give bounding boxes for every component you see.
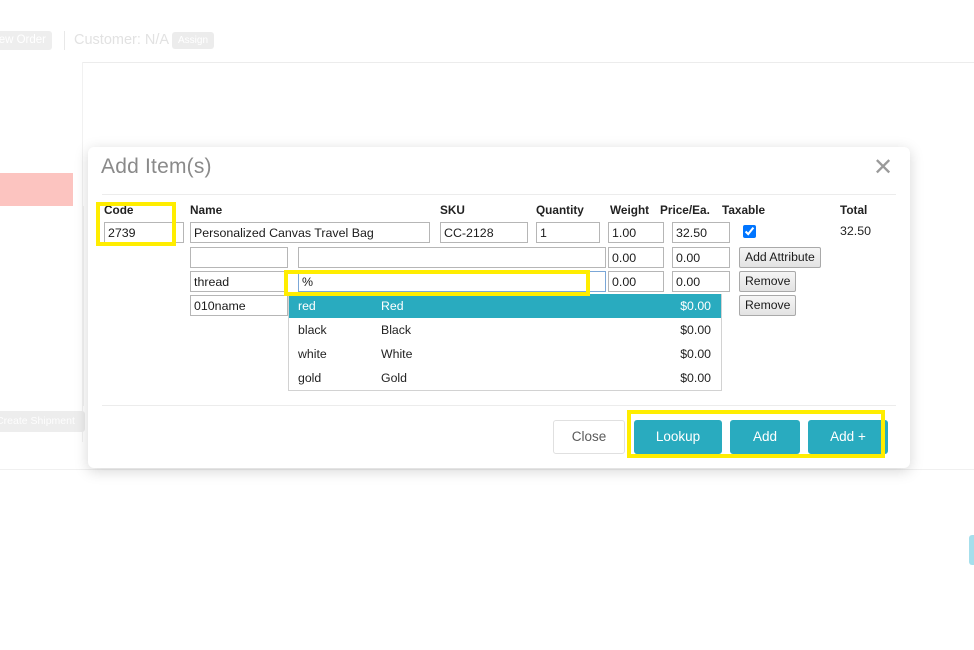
suggestion-name: Red <box>381 299 404 313</box>
suggestion-price: $0.00 <box>680 371 711 385</box>
suggestion-price: $0.00 <box>680 299 711 313</box>
background-left-panel-lower <box>0 206 84 406</box>
item-price-input[interactable] <box>672 222 730 243</box>
attribute-weight-input-1[interactable] <box>608 271 664 292</box>
attribute-value-input-0[interactable] <box>298 247 606 268</box>
column-header-name: Name <box>190 203 223 217</box>
column-header-total: Total <box>840 203 868 217</box>
dialog-title: Add Item(s) <box>101 155 212 178</box>
topbar-divider <box>64 31 65 50</box>
attribute-code-input-2[interactable] <box>190 295 288 316</box>
column-header-sku: SKU <box>440 203 465 217</box>
suggestion-code: gold <box>298 371 322 385</box>
background-divider <box>0 469 974 470</box>
background-alert-banner <box>0 173 73 206</box>
column-header-taxable: Taxable <box>722 203 766 217</box>
suggestion-item[interactable]: red Red $0.00 <box>289 294 721 318</box>
assign-button[interactable]: Assign <box>172 32 214 49</box>
suggestion-code: white <box>298 347 327 361</box>
dialog-footer: Close Lookup Add Add + <box>88 405 910 468</box>
attribute-price-input-1[interactable] <box>672 271 730 292</box>
suggestion-name: Gold <box>381 371 407 385</box>
item-taxable-checkbox[interactable] <box>743 225 756 238</box>
background-panel-edge <box>82 62 83 442</box>
close-icon[interactable]: ✕ <box>870 156 896 182</box>
new-order-button[interactable]: New Order <box>0 31 52 50</box>
suggestion-item[interactable]: gold Gold $0.00 <box>289 366 721 390</box>
dialog-header: Add Item(s) ✕ <box>88 147 910 194</box>
lookup-button[interactable]: Lookup <box>634 420 722 454</box>
attribute-autocomplete-dropdown[interactable]: red Red $0.00 black Black $0.00 white Wh… <box>288 294 722 391</box>
column-header-code: Code <box>104 203 134 217</box>
item-total-value: 32.50 <box>840 224 872 238</box>
suggestion-code: black <box>298 323 327 337</box>
column-header-price: Price/Ea. <box>660 203 710 217</box>
attribute-code-input-0[interactable] <box>190 247 288 268</box>
remove-attribute-button-1[interactable]: Remove <box>739 271 797 292</box>
add-items-dialog: Add Item(s) ✕ Code Name SKU Quantity Wei… <box>88 147 910 468</box>
customer-label: Customer: N/A <box>74 32 170 48</box>
right-edge-tab[interactable] <box>969 535 974 565</box>
suggestion-name: White <box>381 347 413 361</box>
suggestion-item[interactable]: black Black $0.00 <box>289 318 721 342</box>
item-code-input[interactable] <box>104 222 184 243</box>
add-attribute-button[interactable]: Add Attribute <box>739 247 821 268</box>
remove-attribute-button-2[interactable]: Remove <box>739 295 797 316</box>
create-shipment-button[interactable]: Create Shipment <box>0 411 85 432</box>
column-header-quantity: Quantity <box>536 203 584 217</box>
item-sku-input[interactable] <box>440 222 528 243</box>
add-plus-button[interactable]: Add + <box>808 420 888 454</box>
suggestion-code: red <box>298 299 316 313</box>
attribute-code-input-1[interactable] <box>190 271 288 292</box>
item-name-input[interactable] <box>190 222 430 243</box>
suggestion-name: Black <box>381 323 412 337</box>
item-weight-input[interactable] <box>608 222 664 243</box>
suggestion-item[interactable]: white White $0.00 <box>289 342 721 366</box>
suggestion-price: $0.00 <box>680 347 711 361</box>
attribute-weight-input-0[interactable] <box>608 247 664 268</box>
item-quantity-input[interactable] <box>536 222 600 243</box>
suggestion-price: $0.00 <box>680 323 711 337</box>
add-button[interactable]: Add <box>730 420 800 454</box>
dialog-header-rule <box>102 194 896 195</box>
attribute-price-input-0[interactable] <box>672 247 730 268</box>
attribute-value-input-1[interactable] <box>298 271 606 292</box>
column-header-weight: Weight <box>610 203 650 217</box>
close-button[interactable]: Close <box>553 420 625 454</box>
